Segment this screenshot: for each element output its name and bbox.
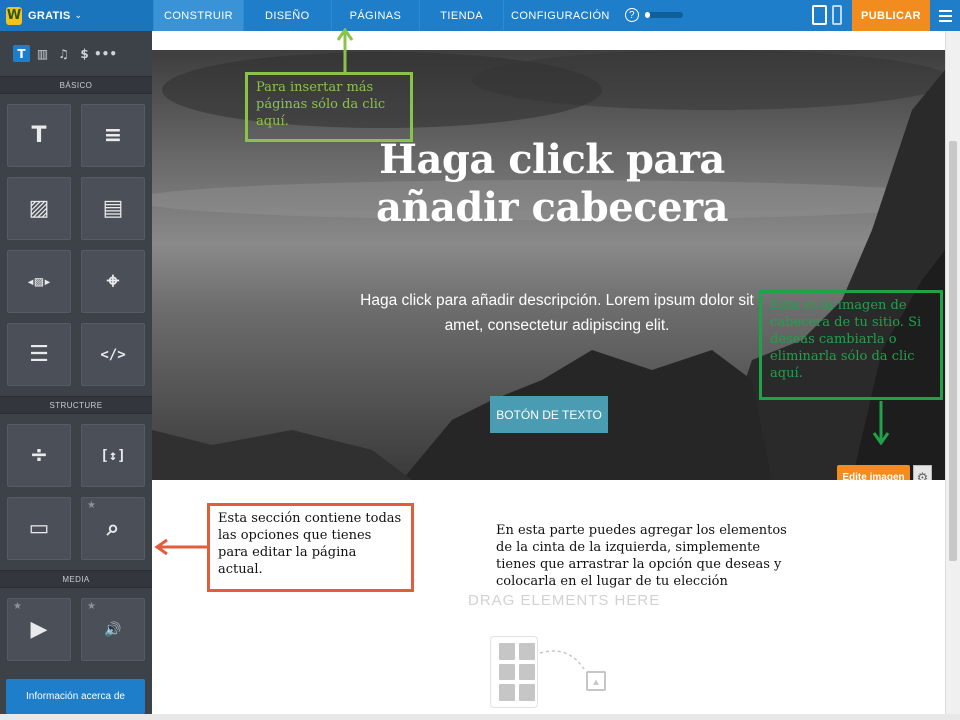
element-tile[interactable]: ★ 🔊 xyxy=(81,598,145,661)
edit-image-button[interactable]: Edite imagen xyxy=(837,465,910,480)
more-icon[interactable]: ••• xyxy=(94,45,117,62)
element-tile[interactable]: ★ ▶ xyxy=(7,598,71,661)
form-icon: ☰ xyxy=(29,342,49,367)
gallery-icon: ◂▨▸ xyxy=(26,273,52,290)
pages-annotation: Para insertar más páginas sólo da clic a… xyxy=(245,72,413,142)
progress-fill xyxy=(644,12,651,18)
hamburger-menu-icon[interactable] xyxy=(930,0,960,31)
plan-label: GRATIS xyxy=(28,9,71,22)
tab-configuracion[interactable]: CONFIGURACIÓN xyxy=(503,0,617,31)
element-tile-grid: ÷ [↕] ▭ ★ ⌕ xyxy=(0,414,152,570)
bottom-edge xyxy=(0,714,960,720)
button-icon: ▭ xyxy=(28,516,50,541)
dashed-curve-arrow xyxy=(539,650,585,670)
drop-zone-grid-icon xyxy=(490,636,538,708)
sidebar-category-tabs: T ▥ ♫ $ ••• xyxy=(0,31,152,76)
header-image-annotation: Esta es la imagen de cabecera de tu siti… xyxy=(759,290,943,400)
help-icon[interactable]: ? xyxy=(624,8,639,22)
elements-annotation: En esta parte puedes agregar los element… xyxy=(488,522,798,590)
layout-icon[interactable]: ▥ xyxy=(34,45,51,62)
tab-diseno[interactable]: DISEÑO xyxy=(243,0,331,31)
mobile-view-icon[interactable] xyxy=(831,5,842,25)
tab-paginas[interactable]: PÁGINAS xyxy=(330,0,420,31)
pages-annotation-arrow xyxy=(336,28,354,72)
info-button[interactable]: Información acerca de xyxy=(6,679,145,714)
element-tile[interactable]: ⌖ xyxy=(81,250,145,313)
drag-elements-placeholder: DRAG ELEMENTS HERE xyxy=(468,592,661,609)
tab-construir[interactable]: CONSTRUIR xyxy=(153,0,243,31)
premium-star-icon: ★ xyxy=(87,601,96,612)
section-heading: BÁSICO xyxy=(0,76,152,94)
element-tile[interactable]: ★ ⌕ xyxy=(81,497,145,560)
header-annotation-arrow xyxy=(872,401,890,445)
element-tile[interactable]: ÷ xyxy=(7,424,71,487)
element-tile[interactable]: ◂▨▸ xyxy=(7,250,71,313)
setup-progress-bar xyxy=(644,12,683,18)
chevron-down-icon: ⌄ xyxy=(74,10,83,20)
scrollbar-thumb[interactable] xyxy=(949,141,957,561)
element-tile-grid: ★ ▶ ★ 🔊 xyxy=(0,588,152,671)
image-text-icon: ▤ xyxy=(102,196,124,221)
tab-tienda[interactable]: TIENDA xyxy=(419,0,503,31)
audio-icon: 🔊 xyxy=(104,621,122,638)
spacer-icon: [↕] xyxy=(100,447,126,464)
element-tile[interactable]: ☰ xyxy=(7,323,71,386)
section-heading: STRUCTURE xyxy=(0,396,152,414)
map-icon: ⌖ xyxy=(106,269,120,294)
element-sidebar: T ▥ ♫ $ ••• BÁSICO T ≡ ▨ ▤ ◂▨▸ ⌖ ☰ </> STRUCTURE ÷ [↕] ▭… xyxy=(0,31,152,720)
header-title[interactable]: Haga click para añadir cabecera xyxy=(342,136,762,232)
header-description[interactable]: Haga click para añadir descripción. Lore… xyxy=(352,288,762,338)
premium-star-icon: ★ xyxy=(87,500,96,511)
gear-icon[interactable]: ⚙ xyxy=(913,465,932,480)
top-navigation-bar: W GRATIS ⌄ CONSTRUIR DISEÑO PÁGINAS TIEN… xyxy=(0,0,960,31)
premium-star-icon: ★ xyxy=(13,601,22,612)
publish-button[interactable]: PUBLICAR xyxy=(851,0,930,31)
element-tile-grid: T ≡ ▨ ▤ ◂▨▸ ⌖ ☰ </> xyxy=(0,94,152,396)
image-drop-icon: ▴ xyxy=(586,671,606,691)
search-box-icon: ⌕ xyxy=(106,516,120,541)
header-text-button[interactable]: BOTÓN DE TEXTO xyxy=(490,396,608,433)
scrollbar[interactable] xyxy=(945,31,960,720)
element-tile[interactable]: </> xyxy=(81,323,145,386)
dollar-icon[interactable]: $ xyxy=(76,45,93,62)
weebly-logo-icon: W xyxy=(6,6,22,25)
plan-selector[interactable]: W GRATIS ⌄ xyxy=(0,0,153,31)
paragraph-icon: ≡ xyxy=(103,123,123,148)
embed-code-icon: </> xyxy=(100,346,126,363)
element-tile[interactable]: ▨ xyxy=(7,177,71,240)
element-tile[interactable]: T xyxy=(7,104,71,167)
music-icon[interactable]: ♫ xyxy=(55,45,72,62)
sidebar-annotation-arrow xyxy=(154,538,208,556)
desktop-view-icon[interactable] xyxy=(811,5,827,25)
element-tile[interactable]: ▭ xyxy=(7,497,71,560)
element-tile[interactable]: ≡ xyxy=(81,104,145,167)
title-icon: T xyxy=(31,123,47,148)
section-heading: MEDIA xyxy=(0,570,152,588)
video-icon: ▶ xyxy=(30,617,48,642)
element-tile[interactable]: ▤ xyxy=(81,177,145,240)
text-icon[interactable]: T xyxy=(13,45,30,62)
element-tile[interactable]: [↕] xyxy=(81,424,145,487)
divider-icon: ÷ xyxy=(29,443,49,468)
sidebar-annotation: Esta sección contiene todas las opciones… xyxy=(207,503,414,592)
image-icon: ▨ xyxy=(28,196,50,221)
